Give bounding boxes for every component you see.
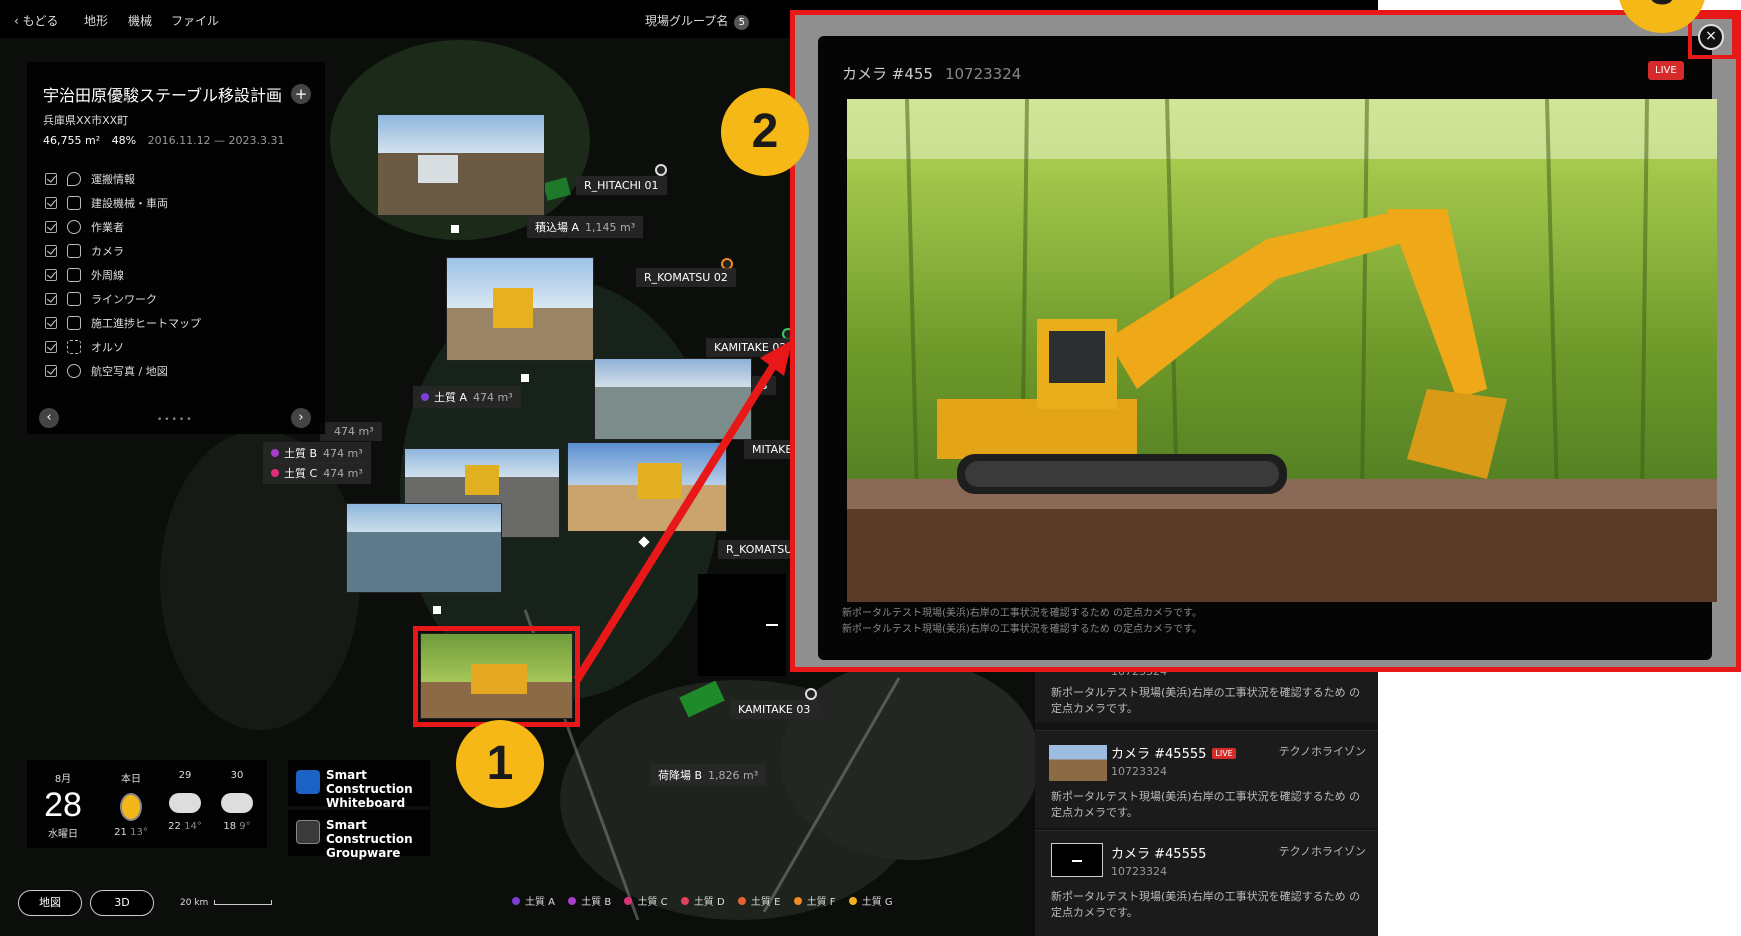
annotation-arrow <box>573 340 792 683</box>
step-marker-label: 2 <box>751 105 779 158</box>
step-marker-label: 3 <box>1649 0 1676 15</box>
step-marker-1: 1 <box>456 720 544 808</box>
step-marker-2: 2 <box>721 88 809 176</box>
step-marker-label: 1 <box>486 737 514 790</box>
